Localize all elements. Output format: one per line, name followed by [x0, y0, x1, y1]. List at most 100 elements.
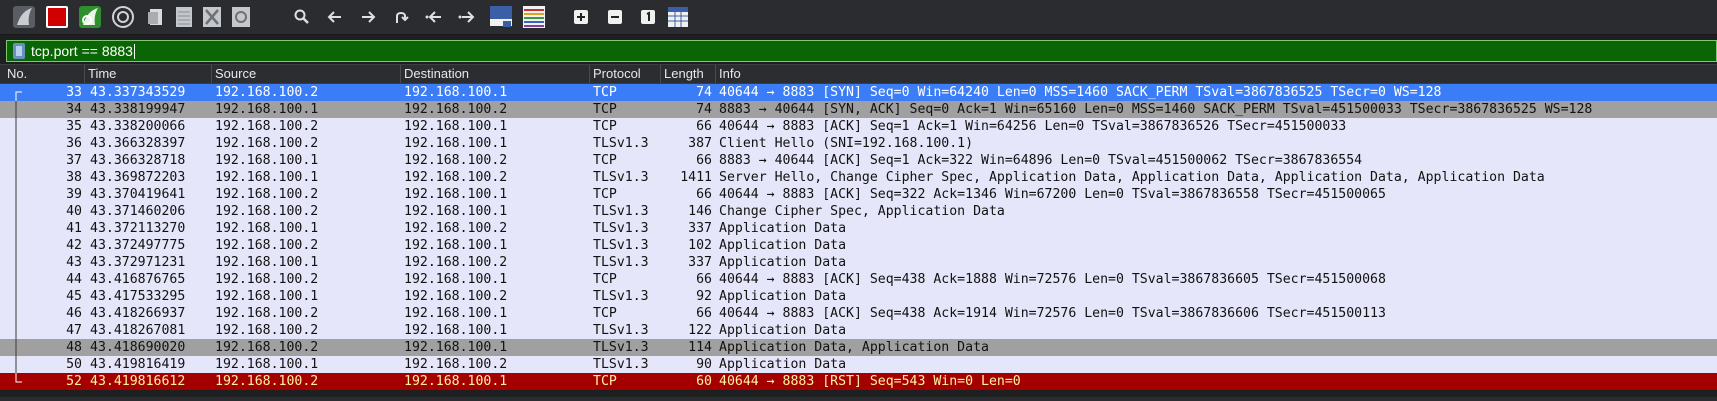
packet-length: 66 [696, 119, 712, 134]
packet-time: 43.372113270 [90, 221, 186, 236]
packet-list: 33 43.337343529 192.168.100.2 192.168.100.1… [0, 84, 1717, 390]
packet-time: 43.417533295 [90, 289, 186, 304]
first-packet-icon[interactable] [420, 4, 448, 30]
packet-source: 192.168.100.2 [215, 323, 319, 338]
filter-bookmark-icon[interactable] [13, 43, 25, 59]
column-header-no[interactable]: No. [0, 65, 84, 83]
packet-info: 40644 → 8883 [SYN] Seq=0 Win=64240 Len=0… [719, 85, 1442, 100]
packet-row[interactable]: 36 43.366328397 192.168.100.2 192.168.100.1… [0, 135, 1717, 152]
colorize-icon[interactable] [520, 4, 548, 30]
packet-list-header: No. Time Source Destination Protocol Len… [0, 64, 1717, 84]
column-header-destination[interactable]: Destination [400, 65, 589, 83]
packet-number: 46 [66, 306, 82, 321]
packet-number: 43 [66, 255, 82, 270]
conversation-tree-line [10, 220, 24, 237]
go-to-packet-icon[interactable] [387, 4, 415, 30]
packet-source: 192.168.100.1 [215, 221, 319, 236]
packet-length: 1411 [680, 170, 712, 185]
packet-info: Application Data, Application Data [719, 340, 989, 355]
shark-fin-start-icon[interactable] [10, 4, 38, 30]
packet-row[interactable]: 45 43.417533295 192.168.100.1 192.168.100.2… [0, 288, 1717, 305]
packet-source: 192.168.100.2 [215, 187, 319, 202]
packet-protocol: TCP [593, 272, 617, 287]
packet-info: Server Hello, Change Cipher Spec, Applic… [719, 170, 1545, 185]
autoscroll-icon[interactable] [487, 4, 515, 30]
packet-info: Application Data [719, 323, 847, 338]
packet-destination: 192.168.100.2 [404, 357, 508, 372]
go-back-icon[interactable] [321, 4, 349, 30]
last-packet-icon[interactable] [453, 4, 481, 30]
packet-protocol: TCP [593, 102, 617, 117]
column-header-source[interactable]: Source [211, 65, 400, 83]
packet-row[interactable]: 50 43.419816419 192.168.100.1 192.168.100.2… [0, 356, 1717, 373]
packet-time: 43.419816419 [90, 357, 186, 372]
column-header-info[interactable]: Info [715, 65, 1717, 83]
packet-destination: 192.168.100.1 [404, 238, 508, 253]
restart-capture-icon[interactable] [76, 4, 104, 30]
packet-time: 43.337343529 [90, 85, 186, 100]
display-filter-input[interactable]: tcp.port == 8883 [31, 43, 135, 60]
find-packet-icon[interactable] [288, 4, 316, 30]
packet-destination: 192.168.100.1 [404, 136, 508, 151]
conversation-tree-line [10, 237, 24, 254]
packet-protocol: TLSv1.3 [593, 323, 649, 338]
packet-time: 43.419816612 [90, 374, 186, 389]
open-file-icon[interactable] [142, 4, 170, 30]
packet-row[interactable]: 38 43.369872203 192.168.100.1 192.168.100.2… [0, 169, 1717, 186]
stop-capture-icon[interactable] [43, 4, 71, 30]
conversation-tree-line [10, 271, 24, 288]
packet-row[interactable]: 52 43.419816612 192.168.100.2 192.168.100.1… [0, 373, 1717, 390]
resize-columns-icon[interactable] [664, 4, 692, 30]
packet-info: Application Data [719, 238, 847, 253]
packet-row[interactable]: 40 43.371460206 192.168.100.2 192.168.100.1… [0, 203, 1717, 220]
packet-source: 192.168.100.2 [215, 272, 319, 287]
packet-row[interactable]: 43 43.372971231 192.168.100.1 192.168.100.2… [0, 254, 1717, 271]
packet-time: 43.418267081 [90, 323, 186, 338]
packet-row[interactable]: 47 43.418267081 192.168.100.2 192.168.100.1… [0, 322, 1717, 339]
packet-time: 43.418690020 [90, 340, 186, 355]
packet-row[interactable]: 34 43.338199947 192.168.100.1 192.168.100.2… [0, 101, 1717, 118]
packet-row[interactable]: 33 43.337343529 192.168.100.2 192.168.100.1… [0, 84, 1717, 101]
packet-time: 43.372971231 [90, 255, 186, 270]
packet-row[interactable]: 39 43.370419641 192.168.100.2 192.168.100.1… [0, 186, 1717, 203]
normal-size-icon[interactable] [634, 4, 662, 30]
column-header-protocol[interactable]: Protocol [589, 65, 660, 83]
packet-info: Application Data [719, 255, 847, 270]
packet-row[interactable]: 35 43.338200066 192.168.100.2 192.168.100.1… [0, 118, 1717, 135]
packet-row[interactable]: 37 43.366328718 192.168.100.1 192.168.100.2… [0, 152, 1717, 169]
zoom-in-icon[interactable] [567, 4, 595, 30]
column-header-time[interactable]: Time [84, 65, 211, 83]
reload-file-icon[interactable] [227, 4, 255, 30]
go-forward-icon[interactable] [354, 4, 382, 30]
packet-row[interactable]: 44 43.416876765 192.168.100.2 192.168.100.1… [0, 271, 1717, 288]
packet-destination: 192.168.100.1 [404, 272, 508, 287]
packet-info: 40644 → 8883 [ACK] Seq=322 Ack=1346 Win=… [719, 187, 1386, 202]
column-header-length[interactable]: Length [660, 65, 715, 83]
conversation-tree-line [10, 254, 24, 271]
close-file-icon[interactable] [198, 4, 226, 30]
zoom-out-icon[interactable] [601, 4, 629, 30]
save-file-icon[interactable] [170, 4, 198, 30]
packet-source: 192.168.100.2 [215, 204, 319, 219]
conversation-tree-line [10, 186, 24, 203]
packet-time: 43.338200066 [90, 119, 186, 134]
packet-row[interactable]: 42 43.372497775 192.168.100.2 192.168.100.1… [0, 237, 1717, 254]
packet-source: 192.168.100.2 [215, 119, 319, 134]
packet-row[interactable]: 46 43.418266937 192.168.100.2 192.168.100.1… [0, 305, 1717, 322]
packet-row[interactable]: 41 43.372113270 192.168.100.1 192.168.100.2… [0, 220, 1717, 237]
packet-protocol: TCP [593, 374, 617, 389]
packet-info: 40644 → 8883 [RST] Seq=543 Win=0 Len=0 [719, 374, 1021, 389]
packet-source: 192.168.100.2 [215, 136, 319, 151]
packet-length: 60 [696, 374, 712, 389]
packet-time: 43.372497775 [90, 238, 186, 253]
packet-protocol: TLSv1.3 [593, 340, 649, 355]
packet-source: 192.168.100.1 [215, 102, 319, 117]
capture-options-icon[interactable] [109, 4, 137, 30]
packet-source: 192.168.100.2 [215, 306, 319, 321]
packet-time: 43.366328718 [90, 153, 186, 168]
packet-protocol: TCP [593, 153, 617, 168]
packet-row[interactable]: 48 43.418690020 192.168.100.2 192.168.100.1… [0, 339, 1717, 356]
packet-info: 40644 → 8883 [ACK] Seq=438 Ack=1914 Win=… [719, 306, 1386, 321]
packet-number: 36 [66, 136, 82, 151]
packet-destination: 192.168.100.2 [404, 221, 508, 236]
